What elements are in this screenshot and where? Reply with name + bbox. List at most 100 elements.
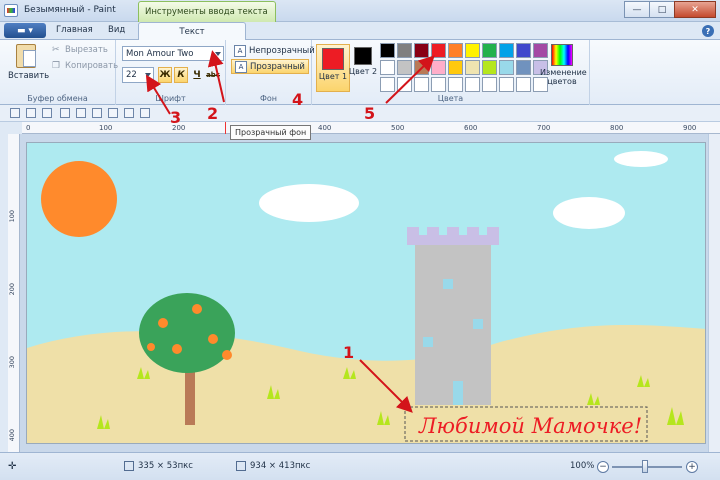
open-file-icon[interactable] bbox=[76, 108, 86, 118]
maximize-button[interactable]: □ bbox=[649, 1, 675, 18]
selection-icon bbox=[124, 461, 134, 471]
cloud bbox=[614, 151, 668, 167]
strikethrough-button[interactable]: abc bbox=[206, 67, 220, 83]
tab-text[interactable]: Текст bbox=[138, 22, 246, 41]
bold-button[interactable]: Ж bbox=[158, 67, 172, 83]
opaque-button[interactable]: A Непрозрачный bbox=[231, 43, 318, 58]
vertical-scrollbar[interactable] bbox=[708, 134, 720, 452]
color1-label: Цвет 1 bbox=[318, 72, 348, 81]
italic-button[interactable]: К bbox=[174, 67, 188, 83]
palette-color-swatch[interactable] bbox=[499, 43, 514, 58]
palette-color-swatch[interactable] bbox=[448, 60, 463, 75]
cut-button[interactable]: ✂ Вырезать bbox=[52, 45, 108, 55]
font-size-value: 22 bbox=[126, 70, 137, 80]
palette-color-swatch[interactable] bbox=[397, 77, 412, 92]
zoom-out-button[interactable]: − bbox=[597, 461, 609, 473]
redo-icon[interactable] bbox=[42, 108, 52, 118]
color1-button[interactable]: Цвет 1 bbox=[316, 44, 350, 92]
ruler-tick-label: 500 bbox=[391, 124, 405, 132]
font-family-value: Mon Amour Two bbox=[126, 49, 194, 59]
palette-color-swatch[interactable] bbox=[448, 77, 463, 92]
chevron-down-icon bbox=[215, 52, 221, 56]
ruler-tick-label: 300 bbox=[8, 356, 16, 369]
palette-color-swatch[interactable] bbox=[414, 43, 429, 58]
tab-view[interactable]: Вид bbox=[108, 25, 125, 35]
palette-color-swatch[interactable] bbox=[380, 77, 395, 92]
annotation-5: 5 bbox=[364, 104, 376, 123]
zoom-in-button[interactable]: + bbox=[686, 461, 698, 473]
undo-icon[interactable] bbox=[26, 108, 36, 118]
chevron-down-icon bbox=[145, 73, 151, 77]
selection-size: 335 × 53пкс bbox=[124, 461, 193, 471]
opaque-text-icon: A bbox=[234, 44, 246, 57]
palette-color-swatch[interactable] bbox=[499, 60, 514, 75]
canvas-text[interactable]: Любимой Мамочке! bbox=[418, 414, 642, 438]
palette-color-swatch[interactable] bbox=[431, 60, 446, 75]
app-menu-button[interactable]: ▬ ▾ bbox=[4, 23, 46, 38]
tower-door bbox=[453, 381, 463, 405]
font-family-select[interactable]: Mon Amour Two bbox=[122, 46, 224, 61]
contextual-tab-text-tools: Инструменты ввода текста bbox=[138, 1, 276, 22]
cut-label: Вырезать bbox=[65, 45, 108, 55]
palette-color-swatch[interactable] bbox=[380, 60, 395, 75]
desktop-background-icon[interactable] bbox=[140, 108, 150, 118]
palette-color-swatch[interactable] bbox=[465, 43, 480, 58]
palette-color-swatch[interactable] bbox=[414, 77, 429, 92]
palette-color-swatch[interactable] bbox=[431, 43, 446, 58]
zoom-slider-thumb[interactable] bbox=[642, 460, 648, 473]
canvas-size: 934 × 413пкс bbox=[236, 461, 310, 471]
palette-color-swatch[interactable] bbox=[499, 77, 514, 92]
palette-color-swatch[interactable] bbox=[465, 77, 480, 92]
canvas-size-value: 934 × 413пкс bbox=[250, 461, 311, 471]
opaque-label: Непрозрачный bbox=[249, 45, 315, 56]
ruler-tick-label: 100 bbox=[99, 124, 113, 132]
font-size-select[interactable]: 22 bbox=[122, 67, 154, 83]
underline-button[interactable]: Ч bbox=[190, 67, 204, 83]
canvas-drawing: Любимой Мамочке! bbox=[27, 143, 705, 443]
ruler-tick-label: 400 bbox=[8, 429, 16, 442]
quick-access-toolbar bbox=[0, 105, 720, 122]
tab-home[interactable]: Главная bbox=[56, 25, 93, 35]
colors-group-label: Цвета bbox=[437, 94, 464, 103]
drawing-canvas[interactable]: Любимой Мамочке! bbox=[26, 142, 706, 444]
ruler-tick-label: 0 bbox=[26, 124, 31, 132]
palette-color-swatch[interactable] bbox=[516, 43, 531, 58]
palette-color-swatch[interactable] bbox=[397, 43, 412, 58]
ruler-tick-label: 600 bbox=[464, 124, 478, 132]
annotation-4: 4 bbox=[292, 90, 304, 109]
transparent-button[interactable]: A Прозрачный bbox=[231, 59, 309, 74]
ribbon-tab-bar: ▬ ▾ Главная Вид Текст ? bbox=[0, 22, 720, 41]
palette-color-swatch[interactable] bbox=[482, 60, 497, 75]
ruler-tick-label: 900 bbox=[683, 124, 697, 132]
palette-color-swatch[interactable] bbox=[397, 60, 412, 75]
palette-color-swatch[interactable] bbox=[516, 60, 531, 75]
paint-app-icon[interactable] bbox=[4, 4, 18, 17]
color1-swatch bbox=[322, 48, 344, 70]
cursor-position: ✛ bbox=[8, 461, 16, 472]
clipboard-group: Вставить ✂ Вырезать ❐ Копировать Буфер о… bbox=[0, 40, 118, 105]
print-preview-icon[interactable] bbox=[108, 108, 118, 118]
selection-size-value: 335 × 53пкс bbox=[138, 461, 193, 471]
new-file-icon[interactable] bbox=[60, 108, 70, 118]
paste-button[interactable]: Вставить bbox=[8, 44, 49, 88]
ruler-tick-label: 700 bbox=[537, 124, 551, 132]
palette-color-swatch[interactable] bbox=[448, 43, 463, 58]
edit-colors-button[interactable]: Изменение цветов bbox=[540, 44, 587, 86]
palette-color-swatch[interactable] bbox=[482, 43, 497, 58]
print-icon[interactable] bbox=[92, 108, 102, 118]
close-button[interactable]: ✕ bbox=[674, 1, 716, 18]
color2-button[interactable]: Цвет 2 bbox=[346, 44, 380, 92]
minimize-button[interactable]: — bbox=[624, 1, 650, 18]
help-icon[interactable]: ? bbox=[702, 25, 714, 37]
color-spectrum-icon bbox=[551, 44, 573, 66]
copy-button[interactable]: ❐ Копировать bbox=[52, 61, 118, 71]
palette-color-swatch[interactable] bbox=[516, 77, 531, 92]
save-icon[interactable] bbox=[10, 108, 20, 118]
edit-colors-label: Изменение цветов bbox=[540, 68, 587, 86]
palette-color-swatch[interactable] bbox=[414, 60, 429, 75]
palette-color-swatch[interactable] bbox=[431, 77, 446, 92]
palette-color-swatch[interactable] bbox=[482, 77, 497, 92]
email-icon[interactable] bbox=[124, 108, 134, 118]
palette-color-swatch[interactable] bbox=[380, 43, 395, 58]
palette-color-swatch[interactable] bbox=[465, 60, 480, 75]
